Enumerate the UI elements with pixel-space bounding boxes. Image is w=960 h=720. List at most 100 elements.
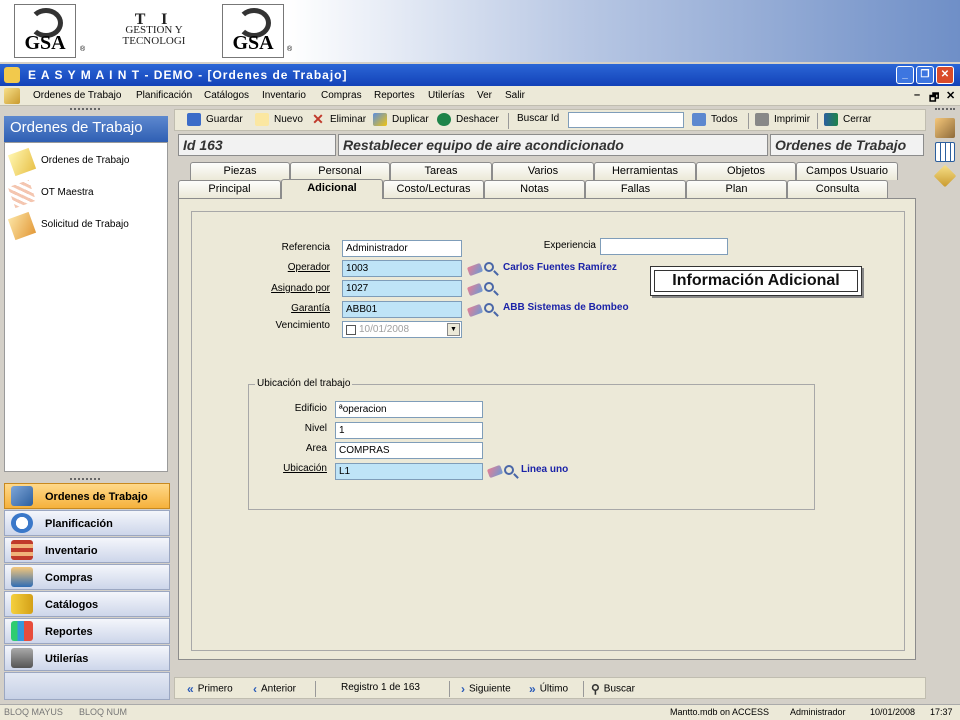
exit-door-icon bbox=[824, 113, 838, 126]
siguiente-label: Siguiente bbox=[469, 683, 511, 695]
tab-objetos[interactable]: Objetos bbox=[696, 162, 796, 180]
buscar-button[interactable]: ⚲ Buscar bbox=[591, 682, 635, 696]
operador-label[interactable]: Operador bbox=[250, 262, 330, 273]
minimize-button[interactable]: _ bbox=[896, 66, 914, 84]
quickbar-grip[interactable] bbox=[935, 108, 955, 110]
deshacer-button[interactable]: Deshacer bbox=[437, 113, 499, 129]
buscar-id-text: Buscar Id bbox=[517, 113, 560, 124]
users-icon[interactable] bbox=[935, 118, 955, 138]
search-icon[interactable] bbox=[484, 282, 494, 292]
operador-field[interactable]: 1003 bbox=[342, 260, 462, 277]
panel-grip[interactable] bbox=[70, 108, 100, 110]
nav-utilerias[interactable]: Utilerías bbox=[4, 645, 170, 671]
ubicacion-field[interactable]: L1 bbox=[335, 463, 483, 480]
restore-button[interactable]: ❐ bbox=[916, 66, 934, 84]
user-indicator: Administrador bbox=[790, 707, 846, 717]
primero-button[interactable]: «Primero bbox=[187, 682, 233, 696]
nivel-label: Nivel bbox=[304, 423, 327, 434]
eraser-icon[interactable] bbox=[466, 262, 484, 277]
asignado-field[interactable]: 1027 bbox=[342, 280, 462, 297]
menu-ver[interactable]: Ver bbox=[477, 90, 492, 101]
tab-tareas[interactable]: Tareas bbox=[390, 162, 492, 180]
nav-reportes[interactable]: Reportes bbox=[4, 618, 170, 644]
menu-inventario[interactable]: Inventario bbox=[262, 90, 306, 101]
area-field[interactable]: COMPRAS bbox=[335, 442, 483, 459]
ultimo-label: Último bbox=[539, 683, 569, 695]
panel-title: Ordenes de Trabajo bbox=[4, 116, 168, 142]
chevron-down-icon[interactable]: ▼ bbox=[447, 323, 460, 336]
calendar-grid-icon[interactable] bbox=[935, 142, 955, 162]
siguiente-button[interactable]: › Siguiente bbox=[461, 682, 511, 696]
tab-principal[interactable]: Principal bbox=[178, 180, 281, 198]
ti-logo-line3: TECNOLOGI bbox=[122, 35, 186, 47]
buscar-id-input[interactable] bbox=[568, 112, 684, 128]
nav-separator bbox=[449, 681, 450, 697]
imprimir-button[interactable]: Imprimir bbox=[755, 113, 810, 129]
menu-planificacion[interactable]: Planificación bbox=[136, 90, 192, 101]
new-icon bbox=[255, 113, 269, 126]
nav-catalogos[interactable]: Catálogos bbox=[4, 591, 170, 617]
tab-campos-usuario[interactable]: Campos Usuario bbox=[796, 162, 898, 180]
edificio-field[interactable]: ªoperacion bbox=[335, 401, 483, 418]
nav-ordenes-de-trabajo[interactable]: Ordenes de Trabajo bbox=[4, 483, 170, 509]
ubicacion-label[interactable]: Ubicación bbox=[255, 463, 327, 474]
operador-name: Carlos Fuentes Ramírez bbox=[503, 262, 617, 273]
nivel-field[interactable]: 1 bbox=[335, 422, 483, 439]
nav-empty-area bbox=[4, 672, 170, 700]
menu-catalogos[interactable]: Catálogos bbox=[204, 90, 249, 101]
panel-splitter[interactable] bbox=[70, 478, 100, 480]
tab-herramientas[interactable]: Herramientas bbox=[594, 162, 696, 180]
search-icon[interactable] bbox=[484, 262, 494, 272]
tab-personal[interactable]: Personal bbox=[290, 162, 390, 180]
list-item-solicitud[interactable]: Solicitud de Trabajo bbox=[7, 211, 165, 241]
first-arrow-icon: « bbox=[187, 682, 194, 696]
menu-bar: Ordenes de Trabajo Planificación Catálog… bbox=[0, 86, 960, 106]
tab-notas[interactable]: Notas bbox=[484, 180, 585, 198]
duplicar-button[interactable]: Duplicar bbox=[373, 113, 429, 129]
nuevo-button[interactable]: Nuevo bbox=[255, 113, 303, 129]
garantia-field[interactable]: ABB01 bbox=[342, 301, 462, 318]
menu-salir[interactable]: Salir bbox=[505, 90, 525, 101]
tab-fallas[interactable]: Fallas bbox=[585, 180, 686, 198]
tab-plan[interactable]: Plan bbox=[686, 180, 787, 198]
tag-icon[interactable] bbox=[933, 164, 957, 188]
asignado-label[interactable]: Asignado por bbox=[250, 283, 330, 294]
search-icon[interactable] bbox=[504, 465, 514, 475]
list-item-ot-maestra[interactable]: OT Maestra bbox=[7, 179, 165, 209]
tab-piezas[interactable]: Piezas bbox=[190, 162, 290, 180]
nav-compras[interactable]: Compras bbox=[4, 564, 170, 590]
nav-inventario[interactable]: Inventario bbox=[4, 537, 170, 563]
toolbar-separator bbox=[748, 113, 749, 129]
informacion-adicional-callout: Información Adicional bbox=[650, 266, 862, 296]
mdi-close-button[interactable]: ✕ bbox=[946, 89, 955, 102]
todos-button[interactable]: Todos bbox=[692, 113, 738, 129]
experiencia-field[interactable] bbox=[600, 238, 728, 255]
nav-planificacion[interactable]: Planificación bbox=[4, 510, 170, 536]
menu-reportes[interactable]: Reportes bbox=[374, 90, 415, 101]
garantia-label[interactable]: Garantía bbox=[250, 303, 330, 314]
nav-label: Planificación bbox=[45, 518, 113, 530]
tab-varios[interactable]: Varios bbox=[492, 162, 594, 180]
menu-ordenes[interactable]: Ordenes de Trabajo bbox=[33, 90, 121, 101]
vencimiento-datepicker[interactable]: 10/01/2008 ▼ bbox=[342, 321, 462, 338]
guardar-button[interactable]: Guardar bbox=[187, 113, 243, 129]
menu-compras[interactable]: Compras bbox=[321, 90, 362, 101]
eraser-icon[interactable] bbox=[466, 303, 484, 318]
eliminar-button[interactable]: ✕ Eliminar bbox=[311, 112, 366, 129]
cerrar-button[interactable]: Cerrar bbox=[824, 113, 871, 129]
eraser-icon[interactable] bbox=[486, 464, 504, 479]
tab-consulta[interactable]: Consulta bbox=[787, 180, 888, 198]
close-button[interactable]: ✕ bbox=[936, 66, 954, 84]
vencimiento-checkbox[interactable] bbox=[346, 325, 356, 335]
referencia-field[interactable]: Administrador bbox=[342, 240, 462, 257]
window-titlebar[interactable]: E A S Y M A I N T - DEMO - [Ordenes de T… bbox=[0, 64, 960, 86]
search-icon[interactable] bbox=[484, 303, 494, 313]
mdi-minimize-button[interactable]: – bbox=[914, 89, 920, 101]
anterior-button[interactable]: ‹ Anterior bbox=[253, 682, 296, 696]
list-item-ordenes[interactable]: Ordenes de Trabajo bbox=[7, 147, 165, 177]
eraser-icon[interactable] bbox=[466, 282, 484, 297]
menu-utilerias[interactable]: Utilerías bbox=[428, 90, 465, 101]
tab-adicional[interactable]: Adicional bbox=[281, 179, 383, 199]
tab-costo-lecturas[interactable]: Costo/Lecturas bbox=[383, 180, 484, 198]
ultimo-button[interactable]: » Último bbox=[529, 682, 568, 696]
